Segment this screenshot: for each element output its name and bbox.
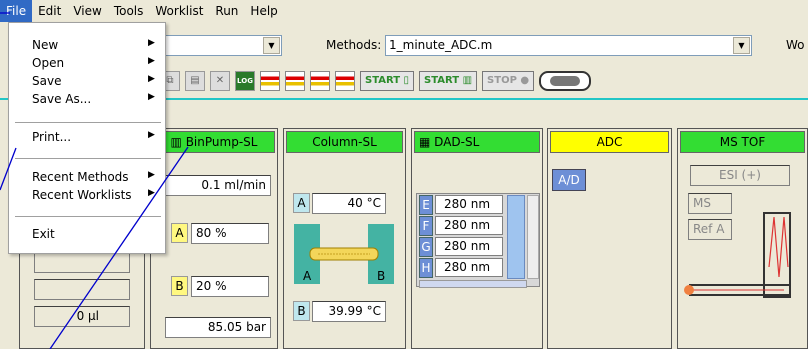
annotation-line [0,147,17,191]
annotation-overlay [0,12,189,349]
annotation-line [49,146,189,349]
instrument-control-window: File Edit View Tools Worklist Run Help ▼… [0,0,808,349]
